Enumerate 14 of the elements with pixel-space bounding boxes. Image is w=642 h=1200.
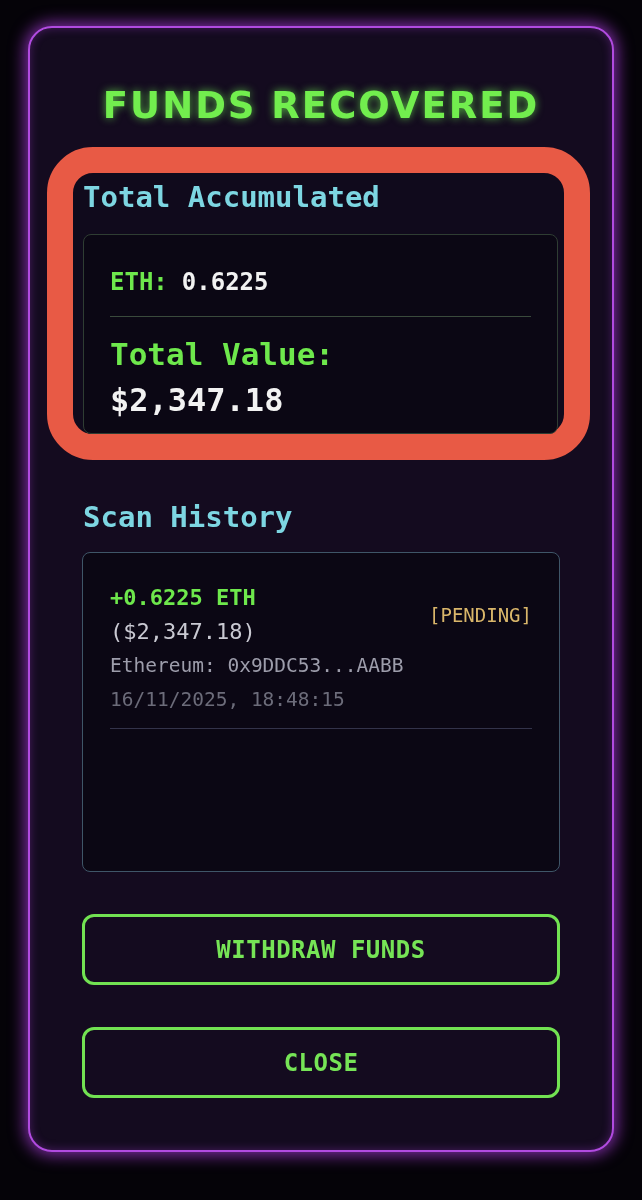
withdraw-button[interactable]: WITHDRAW FUNDS	[82, 914, 560, 985]
section-heading: Total Accumulated	[83, 180, 381, 215]
entry-address: Ethereum: 0x9DDC53...AABB	[110, 653, 405, 679]
entry-timestamp: 16/11/2025, 18:48:15	[110, 687, 346, 713]
status-label: [PENDING]	[429, 603, 532, 628]
eth-amount: 0.6225	[181, 268, 269, 297]
entry-usd-value: ($2,347.18)	[110, 618, 256, 646]
eth-label: ETH:	[110, 268, 168, 297]
total-value-amount: $2,347.18	[110, 381, 285, 419]
dialog-title: FUNDS RECOVERED	[102, 83, 540, 129]
entry-amount: +0.6225 ETH	[110, 584, 256, 612]
close-button[interactable]: CLOSE	[82, 1027, 560, 1098]
total-value-label: Total Value:	[110, 336, 335, 373]
section-heading: Scan History	[83, 500, 293, 535]
